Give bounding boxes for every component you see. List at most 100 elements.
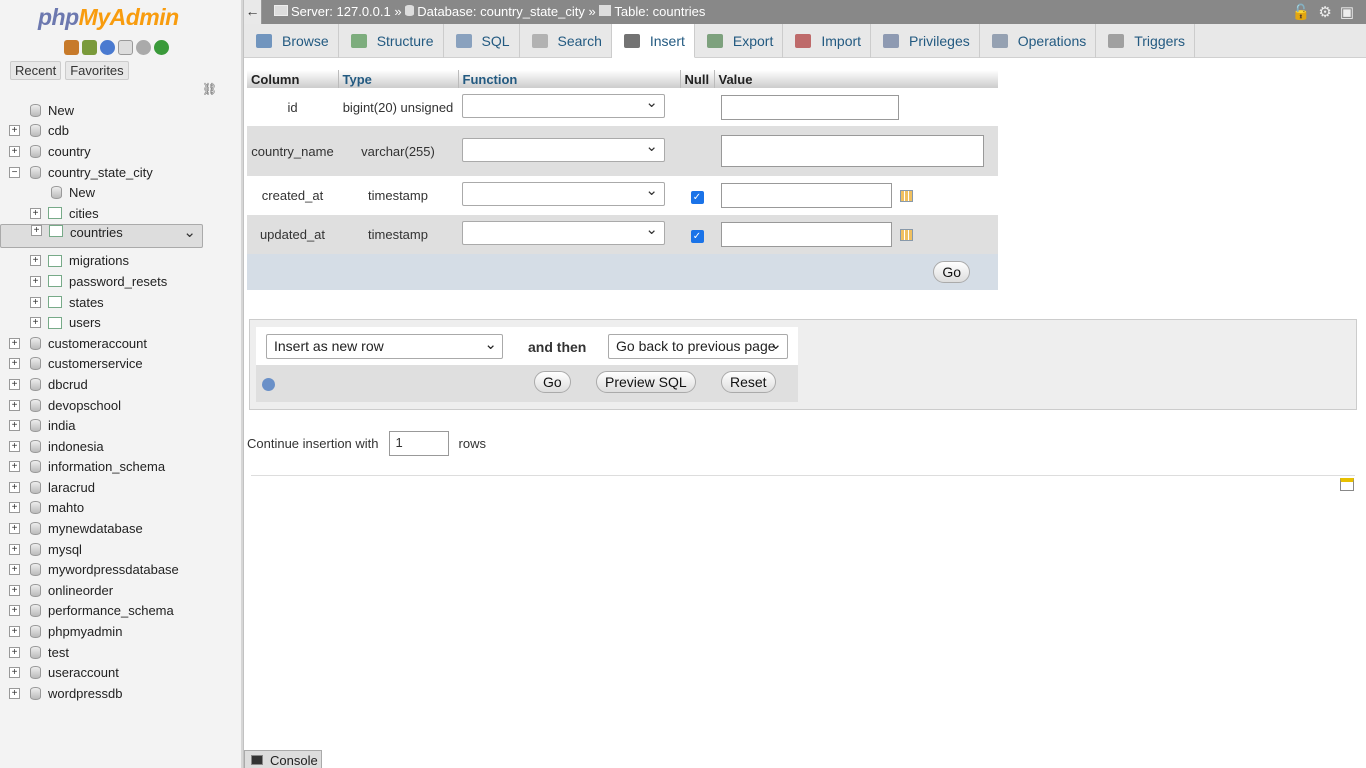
- expand-icon[interactable]: +: [9, 337, 20, 349]
- expand-icon[interactable]: +: [9, 440, 20, 452]
- tab-export[interactable]: Export: [695, 24, 784, 58]
- tree-table-item[interactable]: + countries: [0, 223, 203, 248]
- tree-table-item[interactable]: + migrations: [0, 251, 241, 272]
- go-button[interactable]: Go: [534, 371, 571, 393]
- tree-table-item[interactable]: + password_resets: [0, 271, 241, 292]
- tree-database-item[interactable]: + wordpressdb: [0, 683, 241, 704]
- expand-icon[interactable]: +: [30, 317, 41, 329]
- help-icon[interactable]: [100, 40, 115, 55]
- expand-icon[interactable]: +: [9, 378, 20, 390]
- link-with-main-icon[interactable]: ⛓: [202, 82, 217, 96]
- tree-database-item[interactable]: + devopschool: [0, 395, 241, 416]
- tree-database-item[interactable]: + mysql: [0, 539, 241, 560]
- value-textarea[interactable]: [721, 135, 984, 167]
- expand-icon[interactable]: +: [30, 296, 41, 308]
- function-select[interactable]: [462, 181, 665, 206]
- null-checkbox[interactable]: ✓: [690, 190, 704, 204]
- tab-sql[interactable]: SQL: [444, 24, 520, 58]
- tree-database-item[interactable]: + information_schema: [0, 457, 241, 478]
- function-select[interactable]: [462, 220, 665, 245]
- expand-icon[interactable]: +: [9, 646, 20, 658]
- expand-icon[interactable]: +: [30, 207, 41, 219]
- preview-sql-button[interactable]: Preview SQL: [596, 371, 696, 393]
- calendar-icon[interactable]: [899, 228, 913, 241]
- nav-resize-handle[interactable]: [241, 0, 244, 768]
- value-input[interactable]: [721, 183, 892, 208]
- tree-table-item[interactable]: + states: [0, 292, 241, 313]
- tree-database-item[interactable]: + cdb: [0, 121, 241, 142]
- expand-icon[interactable]: +: [9, 564, 20, 576]
- page-settings-icon[interactable]: [1340, 478, 1354, 491]
- tree-database-item[interactable]: + india: [0, 415, 241, 436]
- value-input[interactable]: [721, 94, 899, 120]
- expand-icon[interactable]: +: [9, 605, 20, 617]
- settings-gear-icon[interactable]: [136, 40, 151, 55]
- collapse-nav-button[interactable]: ←: [244, 0, 262, 24]
- expand-icon[interactable]: +: [30, 255, 41, 267]
- tab-triggers[interactable]: Triggers: [1096, 24, 1196, 58]
- tree-database-item[interactable]: + onlineorder: [0, 580, 241, 601]
- tree-new-item[interactable]: New: [0, 100, 241, 121]
- phpmyadmin-logo[interactable]: phpMyAdmin: [38, 4, 179, 31]
- tab-search[interactable]: Search: [520, 24, 612, 58]
- expand-icon[interactable]: +: [30, 275, 41, 287]
- favorites-button[interactable]: Favorites: [65, 61, 129, 80]
- tree-database-item[interactable]: + customerservice: [0, 354, 241, 375]
- settings-gear-icon[interactable]: ⚙: [1318, 3, 1331, 21]
- tab-structure[interactable]: Structure: [339, 24, 444, 58]
- expand-icon[interactable]: +: [9, 461, 20, 473]
- after-insert-select[interactable]: Go back to previous page: [608, 334, 788, 359]
- null-checkbox[interactable]: ✓: [690, 229, 704, 243]
- tree-table-item[interactable]: + users: [0, 312, 241, 333]
- expand-icon[interactable]: +: [9, 523, 20, 535]
- tree-new-item[interactable]: New: [0, 182, 241, 203]
- tree-database-item[interactable]: + useraccount: [0, 662, 241, 683]
- expand-icon[interactable]: +: [9, 358, 20, 370]
- breadcrumb-table[interactable]: Table: countries: [614, 4, 705, 19]
- function-select[interactable]: [462, 137, 665, 162]
- reset-button[interactable]: Reset: [721, 371, 776, 393]
- expand-icon[interactable]: +: [9, 667, 20, 679]
- expand-icon[interactable]: +: [31, 224, 42, 236]
- tree-database-item[interactable]: + test: [0, 642, 241, 663]
- home-icon[interactable]: [64, 40, 79, 55]
- tab-import[interactable]: Import: [783, 24, 872, 58]
- go-button[interactable]: Go: [933, 261, 970, 283]
- tree-database-item[interactable]: + indonesia: [0, 436, 241, 457]
- expand-icon[interactable]: +: [9, 687, 20, 699]
- tab-privileges[interactable]: Privileges: [871, 24, 980, 58]
- expand-icon[interactable]: +: [9, 626, 20, 638]
- expand-icon[interactable]: +: [9, 584, 20, 596]
- tree-database-item[interactable]: + performance_schema: [0, 601, 241, 622]
- calendar-icon[interactable]: [899, 189, 913, 202]
- tab-browse[interactable]: Browse: [244, 24, 339, 58]
- tab-operations[interactable]: Operations: [980, 24, 1097, 58]
- tree-database-item[interactable]: + laracrud: [0, 477, 241, 498]
- expand-icon[interactable]: +: [9, 145, 20, 157]
- expand-icon[interactable]: +: [9, 125, 20, 137]
- reload-icon[interactable]: [154, 40, 169, 55]
- breadcrumb-server[interactable]: Server: 127.0.0.1: [291, 4, 391, 19]
- insert-rows-count-input[interactable]: 1: [388, 431, 449, 456]
- logout-icon[interactable]: [82, 40, 97, 55]
- expand-icon[interactable]: +: [9, 502, 20, 514]
- breadcrumb-database[interactable]: Database: country_state_city: [417, 4, 585, 19]
- expand-icon[interactable]: +: [9, 543, 20, 555]
- help-icon[interactable]: [262, 378, 275, 391]
- expand-icon[interactable]: +: [9, 399, 20, 411]
- tree-database-item[interactable]: + customeraccount: [0, 333, 241, 354]
- lock-icon[interactable]: 🔓: [1292, 3, 1311, 21]
- value-input[interactable]: [721, 222, 892, 247]
- tree-database-item[interactable]: + dbcrud: [0, 374, 241, 395]
- function-select[interactable]: [462, 93, 665, 118]
- tree-database-item[interactable]: + phpmyadmin: [0, 621, 241, 642]
- recent-button[interactable]: Recent: [10, 61, 62, 80]
- tree-database-item[interactable]: + country: [0, 141, 241, 162]
- tree-database-item[interactable]: + mynewdatabase: [0, 518, 241, 539]
- documentation-icon[interactable]: [118, 40, 133, 55]
- expand-icon[interactable]: +: [9, 420, 20, 432]
- console-toggle[interactable]: Console: [244, 750, 322, 768]
- tab-insert[interactable]: Insert: [611, 24, 695, 58]
- tree-database-item[interactable]: + mahto: [0, 498, 241, 519]
- tree-table-item[interactable]: + cities: [0, 203, 241, 224]
